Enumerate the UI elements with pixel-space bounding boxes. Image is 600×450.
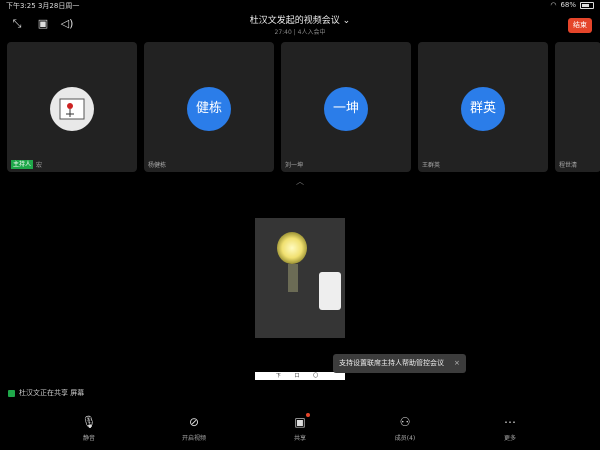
microphone-icon: 🎙︎ <box>81 415 97 429</box>
light-bulb-base <box>288 264 298 292</box>
more-icon: ⋯ <box>504 415 516 429</box>
status-date: 3月28日周一 <box>37 2 80 10</box>
status-time: 下午3:25 <box>6 2 36 10</box>
avatar: 健栋 <box>187 87 231 131</box>
cohost-tip: 支持设置联席主持人帮助管控会议 × <box>333 354 466 373</box>
participant-tile[interactable]: 健栋 杨健栋 <box>144 42 274 172</box>
mute-button[interactable]: 🎙︎ 静音 <box>59 412 119 442</box>
participant-tile[interactable]: 程世清 <box>555 42 600 172</box>
participant-strip: 主持人 宏 健栋 杨健栋 一坤 刘一坤 群英 王群英 程世清 <box>7 42 600 172</box>
more-button[interactable]: ⋯ 更多 <box>480 412 540 442</box>
drawing-avatar-image <box>59 98 85 120</box>
participant-name: 宏 <box>36 162 43 169</box>
close-icon[interactable]: × <box>454 354 460 373</box>
participant-name: 程世清 <box>559 162 578 169</box>
host-badge: 主持人 <box>11 160 34 169</box>
share-button[interactable]: ▣ 共享 <box>270 412 330 442</box>
share-status-icon <box>8 389 15 397</box>
participant-name: 王群英 <box>422 162 441 169</box>
notification-dot <box>306 413 310 417</box>
battery-icon <box>580 1 594 9</box>
avatar: 群英 <box>461 87 505 131</box>
wifi-icon: ◠ <box>550 1 557 9</box>
light-bulb-glow <box>277 232 307 264</box>
shared-screen <box>255 218 345 338</box>
bottom-toolbar: 🎙︎ 静音 ⊘ 开启视频 ▣ 共享 ⚇ 成员(4) ⋯ 更多 <box>0 412 600 450</box>
members-button[interactable]: ⚇ 成员(4) <box>375 412 435 442</box>
avatar <box>50 87 94 131</box>
participant-name: 刘一坤 <box>285 162 304 169</box>
camera-off-icon: ⊘ <box>188 415 200 429</box>
end-meeting-button[interactable]: 结束 <box>568 18 592 33</box>
phone-overlay <box>319 272 341 310</box>
participant-name: 杨健栋 <box>148 162 167 169</box>
battery-percent: 68% <box>560 1 576 9</box>
meeting-title[interactable]: 杜汉文发起的视频会议 <box>250 16 340 26</box>
participant-tile[interactable]: 主持人 宏 <box>7 42 137 172</box>
meeting-header: ⤡ ▣ ◁) 杜汉文发起的视频会议 ⌄ 27:40 | 4人入会中 结束 <box>0 10 600 40</box>
status-bar: 下午3:25 3月28日周一 ◠ 68% <box>0 0 600 10</box>
meeting-subtitle: 27:40 | 4人入会中 <box>274 29 326 36</box>
start-video-button[interactable]: ⊘ 开启视频 <box>164 412 224 442</box>
shared-screen-strip: 下 口 〇 <box>255 372 345 380</box>
tip-text: 支持设置联席主持人帮助管控会议 <box>339 359 444 367</box>
participant-tile[interactable]: 一坤 刘一坤 <box>281 42 411 172</box>
share-screen-icon: ▣ <box>292 413 310 429</box>
collapse-strip-icon[interactable]: ︿ <box>292 176 308 186</box>
sharing-status-text: 杜汉文正在共享 屏幕 <box>19 389 85 397</box>
participant-tile[interactable]: 群英 王群英 <box>418 42 548 172</box>
members-icon: ⚇ <box>399 415 411 429</box>
chevron-down-icon[interactable]: ⌄ <box>343 16 351 26</box>
avatar: 一坤 <box>324 87 368 131</box>
sharing-status: 杜汉文正在共享 屏幕 <box>8 388 84 398</box>
